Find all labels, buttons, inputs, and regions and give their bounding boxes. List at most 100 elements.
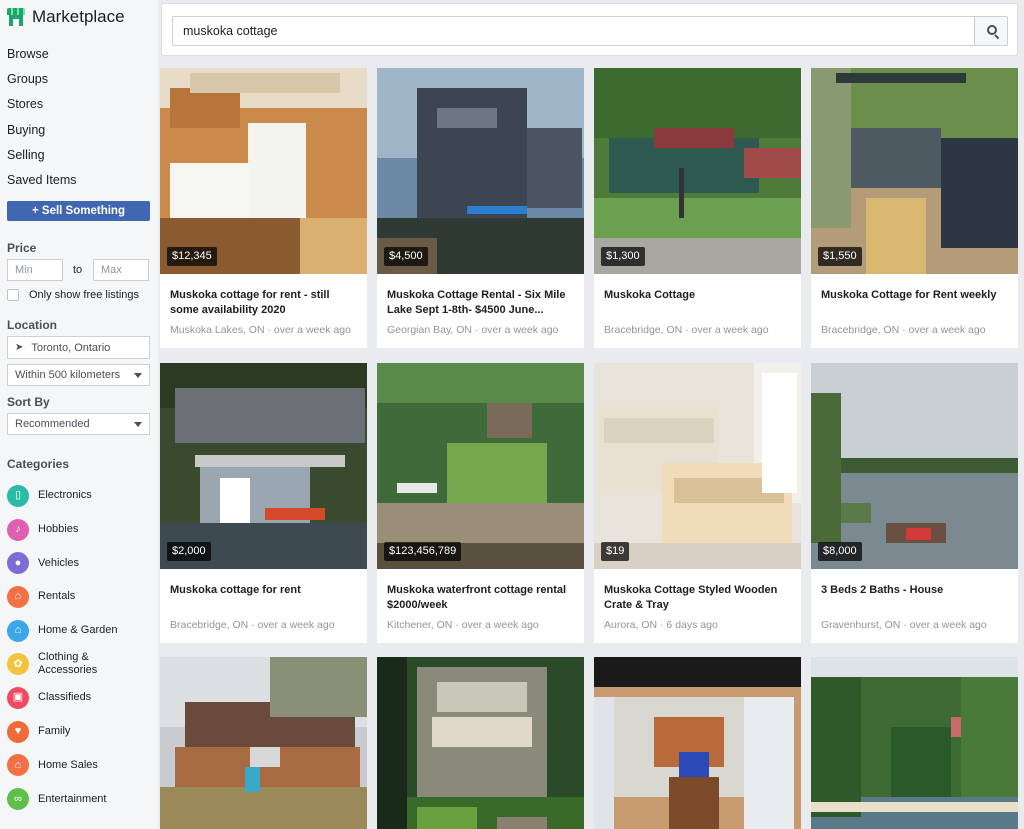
listing-title[interactable]: Muskoka cottage for rent - still some av… (170, 288, 360, 317)
listing-card[interactable] (594, 657, 801, 829)
nav-buying[interactable]: Buying (7, 120, 76, 145)
category-label: Rentals (38, 590, 76, 603)
price-heading: Price (7, 241, 37, 255)
category-classifieds[interactable]: ▣ Classifieds (7, 681, 117, 715)
listing-location-time: Aurora, ON · 6 days ago (604, 619, 718, 631)
category-label: Entertainment (38, 792, 107, 805)
listing-card[interactable]: $8,000 3 Beds 2 Baths - House Gravenhurst,… (811, 363, 1018, 643)
listing-photo[interactable] (160, 68, 367, 274)
shirt-icon: ✿ (7, 653, 29, 676)
price-badge: $8,000 (818, 542, 862, 561)
category-clothing-accessories[interactable]: ✿ Clothing & Accessories (7, 647, 117, 681)
listing-photo[interactable] (811, 68, 1018, 274)
nav-browse[interactable]: Browse (7, 44, 76, 69)
key-icon: ⌂ (7, 585, 29, 608)
radius-value: Within 500 kilometers (15, 369, 121, 381)
listing-card[interactable]: $1,300 Muskoka Cottage Bracebridge, ON · o… (594, 68, 801, 348)
listing-title[interactable]: 3 Beds 2 Baths - House (821, 583, 1011, 598)
category-home-sales[interactable]: ⌂ Home Sales (7, 749, 117, 783)
category-family[interactable]: ♥ Family (7, 715, 117, 749)
listing-photo[interactable] (594, 657, 801, 829)
listing-title[interactable]: Muskoka waterfront cottage rental $2000/… (387, 583, 577, 612)
listing-photo[interactable] (811, 363, 1018, 569)
listing-card[interactable] (160, 657, 367, 829)
sort-heading: Sort By (7, 395, 50, 409)
chevron-down-icon (134, 373, 142, 378)
nav-selling[interactable]: Selling (7, 145, 76, 170)
listing-title[interactable]: Muskoka Cottage Styled Wooden Crate & Tr… (604, 583, 794, 612)
listing-photo[interactable] (594, 68, 801, 274)
listing-location-time: Muskoka Lakes, ON · over a week ago (170, 324, 351, 336)
listing-title[interactable]: Muskoka Cottage (604, 288, 794, 303)
listing-card[interactable]: $1,550 Muskoka Cottage for Rent weekly Bra… (811, 68, 1018, 348)
listing-photo[interactable] (377, 68, 584, 274)
listing-title[interactable]: Muskoka Cottage for Rent weekly (821, 288, 1011, 303)
home-sale-icon: ⌂ (7, 754, 29, 777)
listing-photo[interactable] (594, 363, 801, 569)
category-label: Clothing & Accessories (38, 651, 98, 677)
phone-icon: ▯ (7, 484, 29, 507)
price-badge: $1,300 (601, 247, 645, 266)
price-to-label: to (73, 264, 83, 276)
categories-heading: Categories (7, 457, 70, 471)
heart-icon: ♥ (7, 720, 29, 743)
category-label: Classifieds (38, 691, 92, 704)
listing-location-time: Bracebridge, ON · over a week ago (170, 619, 335, 631)
listing-location-time: Bracebridge, ON · over a week ago (604, 324, 769, 336)
nav-stores[interactable]: Stores (7, 94, 76, 119)
search-bar: muskoka cottage (161, 3, 1018, 56)
search-input[interactable]: muskoka cottage (172, 16, 975, 46)
location-arrow-icon: ➤ (15, 342, 24, 353)
listing-location-time: Bracebridge, ON · over a week ago (821, 324, 986, 336)
listing-photo[interactable] (377, 363, 584, 569)
category-rentals[interactable]: ⌂ Rentals (7, 580, 117, 614)
listing-card[interactable]: $19 Muskoka Cottage Styled Wooden Crate &… (594, 363, 801, 643)
sort-select[interactable]: Recommended (7, 413, 150, 435)
category-home-garden[interactable]: ⌂ Home & Garden (7, 614, 117, 648)
category-electronics[interactable]: ▯ Electronics (7, 479, 117, 513)
nav-saved-items[interactable]: Saved Items (7, 170, 76, 195)
sidebar-nav: Browse Groups Stores Buying Selling Save… (7, 44, 76, 195)
categories-list: ▯ Electronics ♪ Hobbies ● Vehicles ⌂ Rentals ⌂ Ho… (7, 479, 117, 816)
listing-photo[interactable] (160, 363, 367, 569)
listing-card[interactable]: $12,345 Muskoka cottage for rent - still … (160, 68, 367, 348)
category-label: Hobbies (38, 523, 79, 536)
listing-card[interactable] (811, 657, 1018, 829)
car-icon: ● (7, 552, 29, 575)
price-badge: $123,456,789 (384, 542, 462, 561)
price-min-input[interactable]: Min (7, 259, 63, 281)
sell-something-button[interactable]: + Sell Something (7, 201, 150, 221)
location-input[interactable]: ➤ Toronto, Ontario (7, 336, 150, 359)
price-badge: $2,000 (167, 542, 211, 561)
listing-title[interactable]: Muskoka Cottage Rental - Six Mile Lake S… (387, 288, 577, 317)
listing-card[interactable] (377, 657, 584, 829)
free-listings-toggle[interactable]: Only show free listings (7, 289, 139, 301)
free-listings-label: Only show free listings (29, 289, 140, 301)
free-listings-checkbox[interactable] (7, 289, 19, 301)
category-label: Home Sales (38, 758, 98, 771)
listing-photo[interactable] (811, 657, 1018, 829)
category-label: Family (38, 725, 71, 738)
marketplace-header[interactable]: Marketplace (7, 7, 125, 27)
sort-value: Recommended (15, 418, 90, 430)
listing-location-time: Georgian Bay, ON · over a week ago (387, 324, 559, 336)
category-hobbies[interactable]: ♪ Hobbies (7, 513, 117, 547)
marketplace-title: Marketplace (32, 7, 125, 26)
link-icon: ∞ (7, 788, 29, 811)
category-vehicles[interactable]: ● Vehicles (7, 546, 117, 580)
search-button[interactable] (974, 16, 1008, 46)
listing-card[interactable]: $123,456,789 Muskoka waterfront cottage r… (377, 363, 584, 643)
sidebar: Marketplace Browse Groups Stores Buying … (0, 0, 158, 829)
house-icon: ⌂ (7, 619, 29, 642)
listing-title[interactable]: Muskoka cottage for rent (170, 583, 360, 598)
location-value: Toronto, Ontario (31, 341, 111, 354)
category-entertainment[interactable]: ∞ Entertainment (7, 782, 117, 816)
radius-select[interactable]: Within 500 kilometers (7, 364, 150, 386)
listing-card[interactable]: $4,500 Muskoka Cottage Rental - Six Mile … (377, 68, 584, 348)
listing-photo[interactable] (160, 657, 367, 829)
price-max-input[interactable]: Max (93, 259, 149, 281)
nav-groups[interactable]: Groups (7, 69, 76, 94)
listing-photo[interactable] (377, 657, 584, 829)
listing-card[interactable]: $2,000 Muskoka cottage for rent Bracebridg… (160, 363, 367, 643)
price-badge: $19 (601, 542, 630, 561)
